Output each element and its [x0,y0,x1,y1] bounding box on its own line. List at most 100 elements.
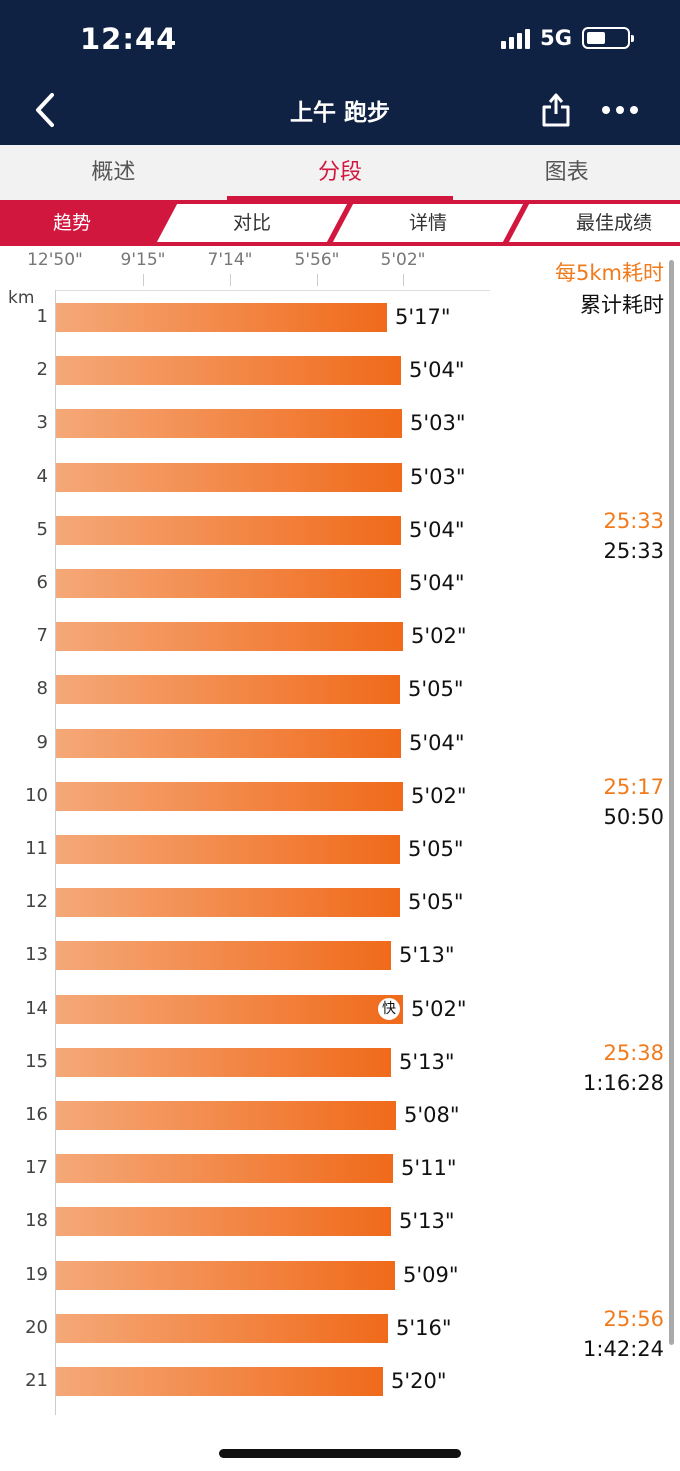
subtab-trend-label: 趋势 [53,212,92,234]
lap-pace: 5'03" [410,465,466,489]
lap-km: 19 [25,1264,48,1285]
lap-row[interactable]: 1 5'17" [0,302,600,332]
split-summary: 25:38 1:16:28 [583,1041,664,1095]
lap-row[interactable]: 8 5'05" [0,674,600,704]
lap-km: 17 [25,1157,48,1178]
lap-pace: 5'02" [411,624,467,648]
lap-pace-bar [56,782,403,811]
lap-row[interactable]: 15 5'13" [0,1047,600,1077]
home-indicator [219,1449,461,1458]
more-icon[interactable] [602,106,638,114]
tab-charts[interactable]: 图表 [453,145,680,200]
lap-km: 21 [25,1370,48,1391]
scale-label: 9'15" [120,250,166,270]
tab-splits[interactable]: 分段 [226,145,454,200]
lap-row[interactable]: 13 5'13" [0,940,600,970]
lap-km: 6 [36,572,48,593]
lap-row[interactable]: 16 5'08" [0,1100,600,1130]
scale-label: 7'14" [207,250,253,270]
lap-km: 1 [36,306,48,327]
lap-row[interactable]: 20 5'16" [0,1313,600,1343]
lap-pace: 5'02" [411,784,467,808]
lap-row[interactable]: 10 5'02" [0,781,600,811]
lap-km: 16 [25,1104,48,1125]
legend-split-label: 每5km耗时 [555,261,664,285]
lap-km: 12 [25,891,48,912]
lap-pace: 5'11" [401,1156,457,1180]
scale-label: 12'50" [27,250,83,270]
split-summary: 25:33 25:33 [603,509,664,563]
subtab-compare-label: 对比 [232,212,271,234]
lap-pace: 5'04" [409,518,465,542]
split-time: 25:38 [603,1041,664,1065]
lap-km: 11 [25,838,48,859]
lap-row[interactable]: 17 5'11" [0,1153,600,1183]
lap-pace: 5'13" [399,943,455,967]
lap-km: 5 [36,519,48,540]
lap-row[interactable]: 12 5'05" [0,887,600,917]
lap-row[interactable]: 21 5'20" [0,1366,600,1396]
lap-row[interactable]: 3 5'03" [0,408,600,438]
lap-pace: 5'13" [399,1050,455,1074]
lap-row[interactable]: 2 5'04" [0,355,600,385]
scale-label: 5'56" [294,250,340,270]
lap-pace: 5'17" [395,305,451,329]
lap-pace: 5'16" [396,1316,452,1340]
lap-row[interactable]: 7 5'02" [0,621,600,651]
status-right: 5G [501,26,634,50]
lap-pace-bar [56,356,401,385]
split-summary: 25:56 1:42:24 [583,1307,664,1361]
subtab-details-label: 详情 [408,212,447,234]
subtab-trend[interactable]: 趋势 [0,204,176,242]
lap-pace: 5'02" [411,997,467,1021]
lap-row[interactable]: 14 快 5'02" [0,994,600,1024]
lap-pace-bar [56,1101,396,1130]
scale-tick [403,274,404,286]
lap-row[interactable]: 6 5'04" [0,568,600,598]
subtab-best[interactable]: 最佳成绩 [508,204,680,242]
status-time: 12:44 [80,22,178,56]
scale-label: 5'02" [380,250,426,270]
lap-row[interactable]: 4 5'03" [0,462,600,492]
scrollbar[interactable] [669,260,674,1345]
lap-km: 14 [25,998,48,1019]
scale-tick [143,274,144,286]
lap-row[interactable]: 19 5'09" [0,1260,600,1290]
tab-overview[interactable]: 概述 [0,145,227,200]
split-time: 25:17 [603,775,664,799]
share-icon[interactable] [540,92,572,128]
lap-pace-bar [56,941,391,970]
page-title: 上午 跑步 [289,100,390,126]
lap-row[interactable]: 11 5'05" [0,834,600,864]
cumulative-time: 50:50 [603,805,664,829]
lap-pace: 5'04" [409,731,465,755]
lap-pace-bar [56,463,402,492]
main-tabs: 概述 分段 图表 [0,145,680,200]
subtab-details[interactable]: 详情 [332,204,524,242]
scale-tick [317,274,318,286]
lap-km: 18 [25,1210,48,1231]
scale-baseline [55,290,490,291]
split-time: 25:56 [603,1307,664,1331]
lap-pace-bar [56,1367,383,1396]
app: 12:44 5G 上午 跑步 概述 分段 图表 趋势 对比 详情 最佳成绩 12… [0,0,680,1471]
lap-km: 7 [36,625,48,646]
lap-km: 3 [36,412,48,433]
lap-km: 10 [25,785,48,806]
lap-row[interactable]: 9 5'04" [0,728,600,758]
subtab-compare[interactable]: 对比 [156,204,348,242]
lap-pace-bar [56,729,401,758]
scale-tick [230,274,231,286]
battery-icon [582,27,634,49]
lap-pace-bar [56,1261,395,1290]
lap-pace-bar [56,1207,391,1236]
lap-pace-bar [56,675,400,704]
lap-pace: 5'05" [408,677,464,701]
lap-row[interactable]: 5 5'04" [0,515,600,545]
lap-row[interactable]: 18 5'13" [0,1206,600,1236]
lap-pace-bar [56,995,403,1024]
lap-km: 15 [25,1051,48,1072]
lap-pace-bar [56,835,400,864]
lap-pace: 5'05" [408,890,464,914]
lap-pace-bar [56,303,387,332]
